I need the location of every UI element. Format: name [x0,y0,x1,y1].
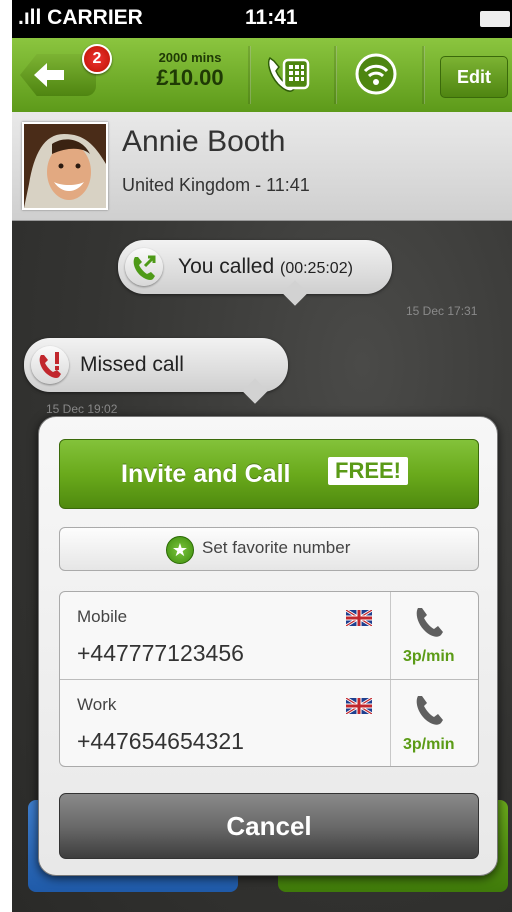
number-type: Mobile [77,607,128,626]
number-row-mobile[interactable]: Mobile +447777123456 3p/min [60,592,478,679]
contact-header[interactable]: Annie Booth United Kingdom - 11:41 [12,112,512,221]
number-row-work[interactable]: Work +447654654321 3p/min [60,679,478,766]
call-rate: 3p/min [403,648,455,665]
missed-call-icon [31,346,69,384]
credit-amount: £10.00 [156,65,224,90]
phone-number: +447777123456 [77,640,244,666]
status-time: 11:41 [245,6,298,29]
uk-flag-icon [345,696,373,716]
back-arrow-icon [30,60,70,90]
bubble-tail [282,280,308,306]
call-history-item[interactable]: Missed call [24,338,288,404]
bubble-tail [242,378,268,404]
history-label: You called (00:25:02) [178,255,353,279]
divider [390,592,391,679]
invite-and-call-button[interactable]: Invite and Call FREE! [59,439,479,509]
phone-icon [414,604,444,638]
carrier-signal: .ıll CARRIER [18,6,143,29]
divider [422,46,425,104]
nav-bar: 2 2000 mins £10.00 Edit [12,38,512,113]
credit-minutes: 2000 mins [158,50,222,65]
outgoing-call-icon [125,248,163,286]
history-timestamp: 15 Dec 19:02 [46,402,118,416]
call-history-item[interactable]: You called (00:25:02) [118,240,392,306]
wifi-call-icon[interactable] [352,52,400,96]
phone-screen: .ıll CARRIER 11:41 2 2000 mins £10.00 Ed… [12,0,512,912]
phone-numbers-list: Mobile +447777123456 3p/min Work +447654… [59,591,479,767]
history-text: Missed call [80,353,184,376]
contact-location-time: United Kingdom - 11:41 [122,175,310,195]
status-bar: .ıll CARRIER 11:41 [12,0,512,38]
phone-number: +447654654321 [77,728,244,754]
divider [390,680,391,766]
history-text: You called [178,255,275,278]
contact-name: Annie Booth [122,125,286,158]
call-rate: 3p/min [403,736,455,753]
call-options-dialog: Invite and Call FREE! ★ Set favorite num… [38,416,498,876]
uk-flag-icon [345,608,373,628]
avatar [22,122,108,210]
notification-badge: 2 [82,44,112,74]
set-favorite-button[interactable]: ★ Set favorite number [59,527,479,571]
phone-icon [414,692,444,726]
favorite-label: Set favorite number [202,538,351,557]
star-icon: ★ [166,536,194,564]
divider [334,46,337,104]
divider [248,46,251,104]
number-type: Work [77,695,117,714]
battery-icon [480,11,510,27]
history-timestamp: 15 Dec 17:31 [406,304,478,318]
free-badge: FREE! [328,457,408,485]
edit-button[interactable]: Edit [440,56,508,98]
invite-label: Invite and Call [121,460,291,488]
credit-balance[interactable]: 2000 mins £10.00 [142,50,238,91]
call-duration: (00:25:02) [279,260,353,277]
cancel-button[interactable]: Cancel [59,793,479,859]
phone-keypad-icon[interactable] [264,52,312,96]
